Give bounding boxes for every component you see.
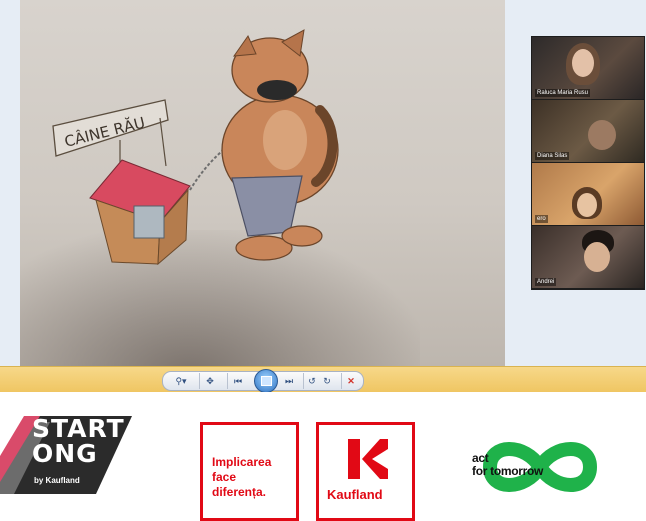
kaufland-logo: Kaufland [316, 422, 415, 521]
implicarea-text: Implicarea face diferența. [212, 455, 271, 500]
participant-video-strip: Raluca Maria Rusu Diana Silas ero Andrei [531, 36, 645, 290]
participant-face [572, 49, 594, 77]
participant-name: Raluca Maria Rusu [535, 89, 591, 97]
implicarea-line2: face [212, 470, 237, 484]
rotate-counterclockwise-icon[interactable]: ↺ [303, 373, 320, 389]
rotate-clockwise-icon[interactable]: ↻ [319, 373, 335, 389]
viewer-controls: ⚲▾ ✥ ⏮ ⏭ ↺ ↻ ✕ [162, 369, 364, 393]
participant-name: Andrei [535, 278, 557, 286]
participant-tile[interactable]: Andrei [532, 226, 644, 288]
implicarea-line3: diferența. [212, 485, 267, 499]
startong-line1: START [32, 414, 125, 443]
delete-icon[interactable]: ✕ [341, 373, 360, 389]
participant-name: Diana Silas [535, 152, 570, 160]
magnifier-icon[interactable]: ⚲▾ [169, 373, 193, 389]
participant-face [588, 120, 616, 150]
act-text: act for tomorrow [472, 452, 543, 478]
next-icon[interactable]: ⏭ [279, 373, 299, 389]
participant-tile[interactable]: Diana Silas [532, 100, 644, 162]
previous-icon[interactable]: ⏮ [227, 373, 248, 389]
sponsor-logos: START ONG by Kaufland Implicarea face di… [0, 392, 646, 521]
act-for-tomorrow-logo: act for tomorrow [470, 438, 610, 496]
participant-name: ero [535, 215, 548, 223]
participant-tile[interactable]: Raluca Maria Rusu [532, 37, 644, 99]
shared-drawing: CÂINE RĂU [20, 0, 505, 368]
startong-title: START ONG [32, 416, 125, 466]
startong-line2: ONG [32, 439, 98, 468]
slideshow-icon[interactable] [254, 369, 278, 393]
startong-by: by Kaufland [34, 476, 80, 485]
kaufland-k-icon [348, 439, 388, 479]
fit-window-icon[interactable]: ✥ [199, 373, 220, 389]
act-line2: for tomorrow [472, 464, 544, 478]
participant-face [584, 242, 610, 272]
participant-face [577, 193, 597, 217]
startong-logo: START ONG by Kaufland [0, 416, 140, 494]
dog-drawing: CÂINE RĂU [52, 29, 339, 266]
implicarea-logo: Implicarea face diferența. [200, 422, 299, 521]
photo-viewer-toolbar: ⚲▾ ✥ ⏮ ⏭ ↺ ↻ ✕ [0, 366, 646, 393]
kaufland-label: Kaufland [327, 487, 383, 502]
participant-tile[interactable]: ero [532, 163, 644, 225]
screen-share-area: CÂINE RĂU Raluca Maria Rusu Diana Silas … [0, 0, 646, 368]
implicarea-line1: Implicarea [212, 455, 272, 469]
